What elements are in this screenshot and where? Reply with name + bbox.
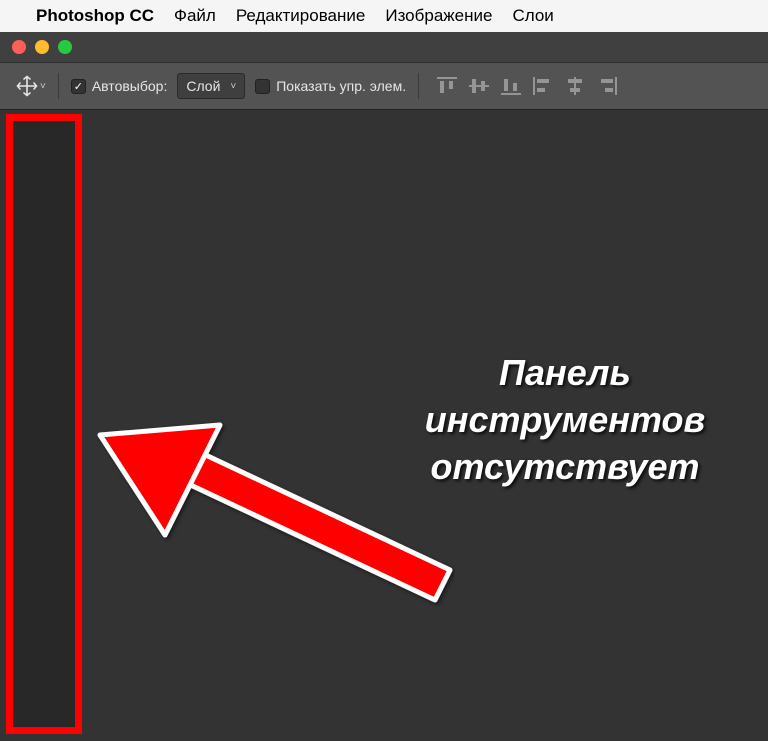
app-name-menu[interactable]: Photoshop CC [36, 6, 154, 26]
macos-menubar: Photoshop CC Файл Редактирование Изображ… [0, 0, 768, 32]
window-maximize-button[interactable] [58, 40, 72, 54]
autoselect-label: Автовыбор: [92, 78, 168, 94]
menu-image[interactable]: Изображение [385, 6, 492, 26]
toolbar-missing-highlight [6, 114, 82, 734]
align-hcenter-icon[interactable] [565, 77, 585, 95]
align-right-icon[interactable] [597, 77, 617, 95]
window-close-button[interactable] [12, 40, 26, 54]
annotation-line3: отсутствует [430, 446, 699, 487]
menu-file[interactable]: Файл [174, 6, 216, 26]
move-tool-icon [16, 75, 38, 97]
current-tool-indicator[interactable]: ˅ [16, 75, 46, 97]
menu-layers[interactable]: Слои [512, 6, 553, 26]
align-vcenter-icon[interactable] [469, 77, 489, 95]
separator [58, 73, 59, 99]
window-titlebar [0, 32, 768, 62]
chevron-down-icon: ˅ [230, 81, 236, 92]
autoselect-checkbox[interactable] [71, 79, 86, 94]
show-controls-checkbox-group[interactable]: Показать упр. элем. [255, 78, 406, 94]
menu-edit[interactable]: Редактирование [236, 6, 366, 26]
align-bottom-icon[interactable] [501, 77, 521, 95]
workspace-canvas-area: Панель инструментов отсутствует [0, 110, 768, 741]
annotation-arrow-icon [85, 400, 455, 630]
show-controls-checkbox[interactable] [255, 79, 270, 94]
window-minimize-button[interactable] [35, 40, 49, 54]
align-left-icon[interactable] [533, 77, 553, 95]
annotation-line2: инструментов [425, 399, 706, 440]
align-top-icon[interactable] [437, 77, 457, 95]
select-value: Слой [186, 78, 220, 94]
autoselect-type-select[interactable]: Слой ˅ [177, 73, 245, 99]
annotation-line1: Панель [499, 352, 631, 393]
show-controls-label: Показать упр. элем. [276, 78, 406, 94]
options-bar: ˅ Автовыбор: Слой ˅ Показать упр. элем. [0, 62, 768, 110]
tool-dropdown-caret-icon: ˅ [40, 81, 46, 92]
separator [418, 73, 419, 99]
autoselect-checkbox-group[interactable]: Автовыбор: [71, 78, 168, 94]
